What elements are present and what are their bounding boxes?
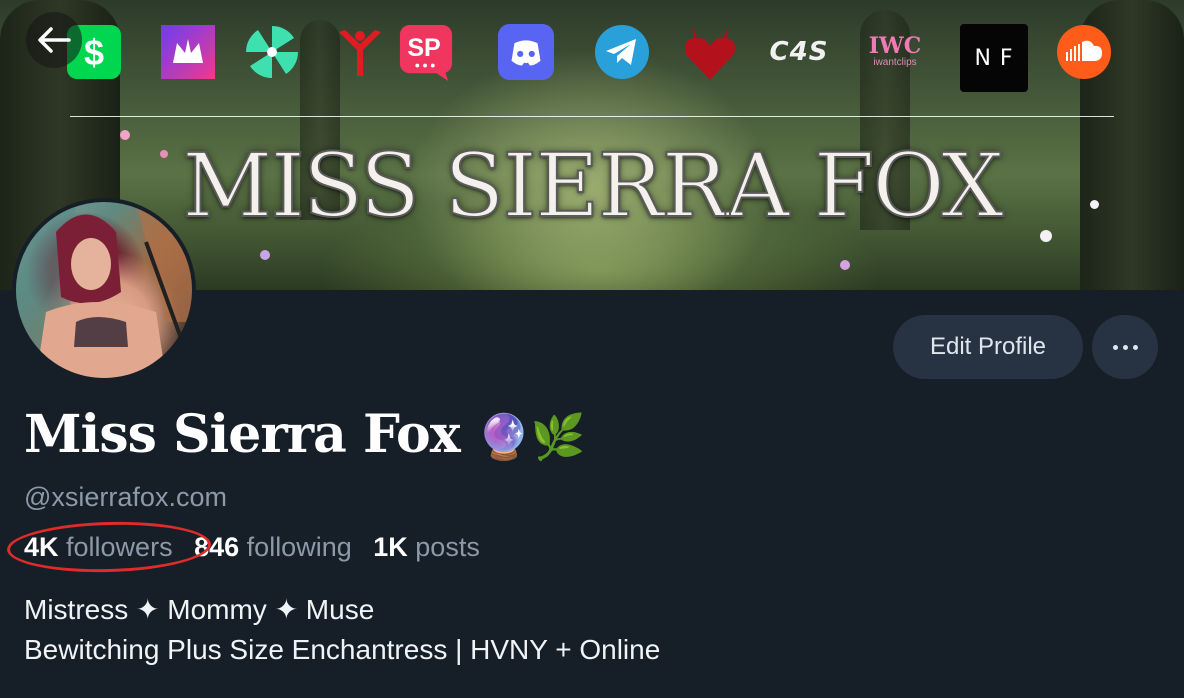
flower-decoration bbox=[1040, 230, 1052, 242]
nf-label: N F bbox=[974, 45, 1014, 71]
more-dots-icon bbox=[1132, 344, 1138, 350]
iwc-label: IWC bbox=[868, 33, 922, 59]
soundcloud-icon[interactable] bbox=[1056, 24, 1112, 80]
more-dots-icon bbox=[1122, 344, 1128, 350]
avatar-photo bbox=[16, 202, 192, 378]
banner-title: MISS SIERRA FOX bbox=[181, 134, 1005, 237]
following-stat[interactable]: 846 following bbox=[194, 532, 352, 562]
more-dots-icon bbox=[1112, 344, 1118, 350]
red-circle-annotation bbox=[6, 519, 212, 575]
name-emoji: 🔮🌿 bbox=[476, 412, 586, 463]
c4s-label: C4S bbox=[769, 37, 829, 67]
more-options-button[interactable] bbox=[1092, 315, 1158, 379]
flower-decoration bbox=[260, 250, 270, 260]
posts-count: 1K bbox=[373, 532, 408, 562]
profile-bio: Mistress ✦ Mommy ✦ Muse Bewitching Plus … bbox=[24, 590, 660, 670]
iwc-icon[interactable]: IWC iwantclips bbox=[864, 24, 926, 80]
telegram-icon[interactable] bbox=[594, 24, 650, 80]
posts-stat: 1K posts bbox=[373, 532, 480, 562]
profile-name-row: Miss Sierra Fox 🔮🌿 bbox=[24, 404, 586, 465]
crown-app-icon[interactable] bbox=[160, 24, 216, 80]
c4s-icon[interactable]: C4S bbox=[762, 24, 836, 80]
banner-divider bbox=[70, 116, 1114, 117]
avatar[interactable] bbox=[12, 198, 196, 382]
following-label: following bbox=[246, 532, 352, 562]
discord-icon[interactable] bbox=[498, 24, 554, 80]
red-figure-icon[interactable] bbox=[332, 24, 388, 80]
svg-text:$: $ bbox=[84, 32, 104, 73]
back-arrow-icon bbox=[38, 27, 71, 53]
iwc-sublabel: iwantclips bbox=[873, 57, 917, 68]
pinwheel-app-icon[interactable] bbox=[244, 24, 300, 80]
devil-heart-icon[interactable] bbox=[682, 24, 738, 80]
nf-icon[interactable]: N F bbox=[960, 24, 1028, 92]
edit-profile-button[interactable]: Edit Profile bbox=[893, 315, 1083, 379]
sp-app-icon[interactable]: SP bbox=[398, 24, 454, 81]
flower-decoration bbox=[840, 260, 850, 270]
bio-line: Mistress ✦ Mommy ✦ Muse bbox=[24, 594, 375, 625]
back-button[interactable] bbox=[26, 12, 82, 68]
svg-text:SP: SP bbox=[407, 34, 440, 62]
profile-name: Miss Sierra Fox bbox=[24, 404, 461, 465]
profile-handle[interactable]: @xsierrafox.com bbox=[24, 482, 227, 513]
flower-decoration bbox=[120, 130, 130, 140]
posts-label: posts bbox=[415, 532, 480, 562]
bio-line: Bewitching Plus Size Enchantress | HVNY … bbox=[24, 634, 661, 665]
